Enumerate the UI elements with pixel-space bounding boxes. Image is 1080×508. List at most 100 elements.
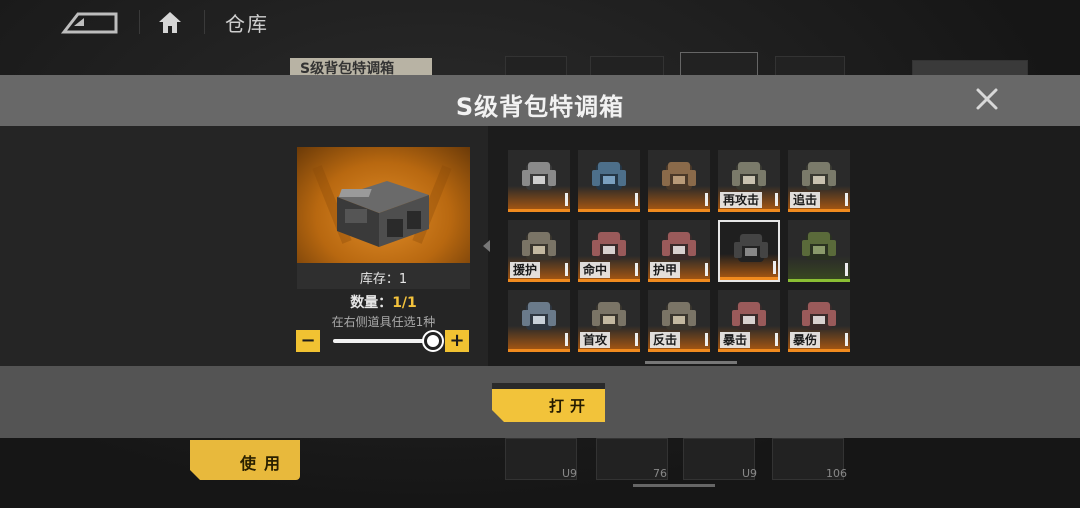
rarity-bar [648, 349, 710, 352]
backpack-icon [662, 162, 696, 190]
top-bar: 仓库 [0, 0, 1080, 44]
reward-option[interactable]: 援护 [508, 220, 570, 282]
rarity-bar [788, 279, 850, 282]
rarity-bar [720, 277, 778, 280]
item-count-bar [705, 333, 708, 346]
backpack-icon [522, 162, 556, 190]
bg-item-slot[interactable] [590, 56, 664, 76]
warehouse-screen: 仓库 S级背包特调箱 U9 76 U9 106 使用 S级背包特调箱 库存：1 … [0, 0, 1080, 508]
reward-option-label: 护甲 [650, 262, 681, 278]
reward-option-label: 援护 [510, 262, 541, 278]
rarity-bar [648, 209, 710, 212]
reward-option-label: 暴伤 [790, 332, 821, 348]
reward-option-label: 首攻 [580, 332, 611, 348]
scroll-left-icon [483, 240, 490, 252]
divider [204, 10, 205, 34]
rarity-bar [578, 279, 640, 282]
rarity-bar [788, 349, 850, 352]
rarity-bar [718, 349, 780, 352]
grid-scroll-indicator [645, 361, 737, 364]
reward-option[interactable]: 再攻击 [718, 150, 780, 212]
reward-option[interactable]: 反击 [648, 290, 710, 352]
rarity-bar [508, 279, 570, 282]
reward-option-label: 追击 [790, 192, 821, 208]
backpack-icon [802, 232, 836, 260]
reward-option[interactable] [788, 220, 850, 282]
reward-option[interactable] [578, 150, 640, 212]
rarity-bar [788, 209, 850, 212]
quantity-slider[interactable] [333, 339, 433, 343]
increase-button[interactable]: + [445, 330, 469, 352]
crate-icon [312, 165, 452, 247]
selected-item-preview [297, 147, 470, 263]
reward-option-label: 暴击 [720, 332, 751, 348]
backpack-icon [592, 302, 626, 330]
stock-count: 库存：1 [359, 272, 408, 287]
backpack-icon [802, 302, 836, 330]
bg-item-slot[interactable] [505, 56, 567, 76]
reward-option[interactable]: 护甲 [648, 220, 710, 282]
item-count-bar [635, 193, 638, 206]
reward-option[interactable] [718, 220, 780, 282]
reward-option[interactable] [648, 150, 710, 212]
item-count-bar [635, 263, 638, 276]
reward-option[interactable]: 命中 [578, 220, 640, 282]
slider-handle[interactable] [424, 332, 442, 350]
item-count-bar [845, 263, 848, 276]
bg-item-count: U9 [562, 467, 578, 480]
rarity-bar [508, 349, 570, 352]
back-icon[interactable] [60, 10, 120, 34]
rarity-bar [578, 209, 640, 212]
bg-scroll-indicator [633, 484, 715, 487]
reward-option-label: 反击 [650, 332, 681, 348]
open-button-label: 打开 [548, 397, 591, 415]
selection-hint: 在右侧道具任选1种 [331, 315, 436, 329]
rarity-bar [648, 279, 710, 282]
rarity-bar [578, 349, 640, 352]
close-icon[interactable] [972, 84, 1002, 114]
item-count-bar [565, 263, 568, 276]
bg-item-count: 106 [826, 467, 847, 480]
item-count-bar [635, 333, 638, 346]
bg-item-slot[interactable] [775, 56, 845, 76]
quantity-value: 1/1 [392, 295, 417, 311]
item-count-bar [775, 193, 778, 206]
backpack-icon [662, 232, 696, 260]
reward-option[interactable]: 首攻 [578, 290, 640, 352]
reward-option[interactable] [508, 150, 570, 212]
backpack-icon [802, 162, 836, 190]
reward-option[interactable]: 追击 [788, 150, 850, 212]
item-count-bar [775, 333, 778, 346]
quantity-label: 数量： [350, 295, 393, 311]
item-count-bar [705, 263, 708, 276]
item-count-bar [705, 193, 708, 206]
backpack-icon [522, 302, 556, 330]
bg-item-count: 76 [653, 467, 667, 480]
rarity-bar [718, 209, 780, 212]
item-count-bar [565, 193, 568, 206]
bg-item-slot[interactable] [680, 52, 758, 76]
use-button-label: 使用 [239, 454, 288, 473]
reward-option[interactable]: 暴伤 [788, 290, 850, 352]
reward-option[interactable] [508, 290, 570, 352]
backpack-icon [592, 232, 626, 260]
page-title: 仓库 [225, 12, 269, 36]
open-button[interactable]: 打开 [492, 383, 605, 422]
reward-option[interactable]: 暴击 [718, 290, 780, 352]
backpack-icon [732, 302, 766, 330]
reward-options-panel [488, 126, 1080, 366]
open-button-strip [492, 383, 605, 389]
modal-title: S级背包特调箱 [455, 93, 625, 121]
reward-option-label: 命中 [580, 262, 611, 278]
use-button[interactable]: 使用 [190, 440, 300, 480]
quantity-display: 数量：1/1 [297, 292, 470, 312]
backpack-icon [734, 234, 768, 262]
item-count-bar [773, 261, 776, 274]
backpack-icon [662, 302, 696, 330]
item-count-bar [845, 333, 848, 346]
bg-detail-panel [912, 60, 1028, 76]
divider [139, 10, 140, 34]
decrease-button[interactable]: − [296, 330, 320, 352]
home-icon[interactable] [156, 8, 184, 36]
rarity-bar [508, 209, 570, 212]
